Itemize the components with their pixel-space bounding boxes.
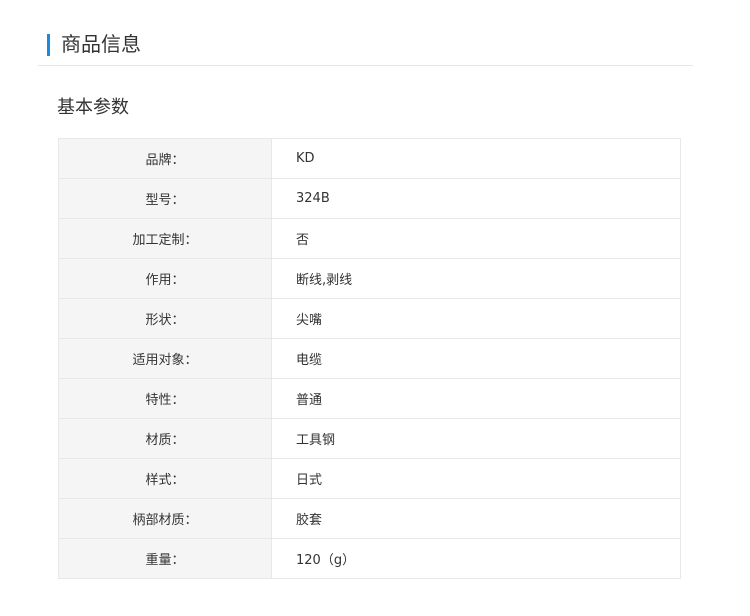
table-row: 材质： 工具钢 (58, 418, 681, 459)
param-value: 否 (271, 218, 681, 259)
param-value: 电缆 (271, 338, 681, 379)
params-table: 品牌： KD 型号： 324B 加工定制： 否 作用： 断线,剥线 形状： 尖嘴… (58, 138, 681, 579)
table-row: 型号： 324B (58, 178, 681, 219)
param-value: 日式 (271, 458, 681, 499)
param-value: 324B (271, 178, 681, 219)
table-row: 柄部材质： 胶套 (58, 498, 681, 539)
param-key: 作用： (58, 258, 272, 299)
param-value: KD (271, 138, 681, 179)
param-key: 品牌： (58, 138, 272, 179)
table-row: 样式： 日式 (58, 458, 681, 499)
param-key: 重量： (58, 538, 272, 579)
param-key: 样式： (58, 458, 272, 499)
param-key: 加工定制： (58, 218, 272, 259)
section-title: 商品信息 (61, 32, 141, 56)
param-key: 材质： (58, 418, 272, 459)
param-key: 形状： (58, 298, 272, 339)
param-key: 型号： (58, 178, 272, 219)
param-key: 特性： (58, 378, 272, 419)
product-info-page: 商品信息 基本参数 品牌： KD 型号： 324B 加工定制： 否 作用： 断线… (0, 0, 750, 616)
param-value: 断线,剥线 (271, 258, 681, 299)
table-row: 加工定制： 否 (58, 218, 681, 259)
basic-params-title: 基本参数 (57, 97, 129, 118)
table-row: 作用： 断线,剥线 (58, 258, 681, 299)
table-row: 形状： 尖嘴 (58, 298, 681, 339)
param-key: 柄部材质： (58, 498, 272, 539)
table-row: 适用对象： 电缆 (58, 338, 681, 379)
param-value: 普通 (271, 378, 681, 419)
table-row: 重量： 120（g） (58, 538, 681, 579)
table-row: 品牌： KD (58, 138, 681, 179)
section-header: 商品信息 (38, 26, 693, 66)
param-value: 胶套 (271, 498, 681, 539)
param-value: 120（g） (271, 538, 681, 579)
param-key: 适用对象： (58, 338, 272, 379)
table-row: 特性： 普通 (58, 378, 681, 419)
accent-bar (47, 34, 50, 56)
param-value: 尖嘴 (271, 298, 681, 339)
param-value: 工具钢 (271, 418, 681, 459)
